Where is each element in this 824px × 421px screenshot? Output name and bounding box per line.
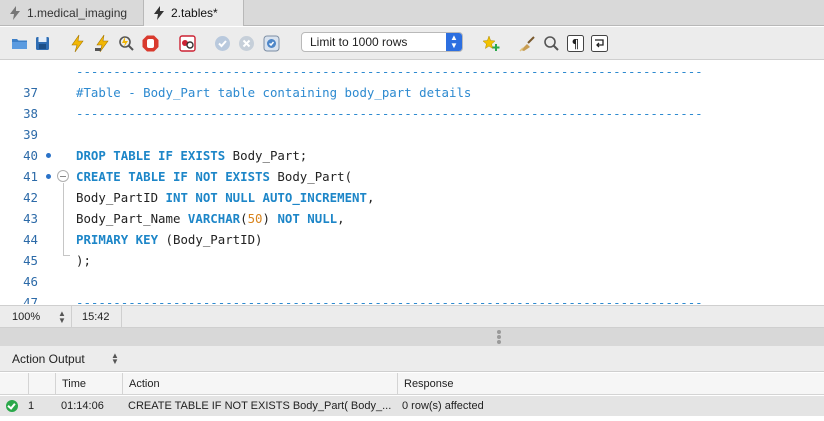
zoom-select[interactable]: 100% ▲ ▼ bbox=[0, 306, 72, 328]
rollback-icon[interactable] bbox=[237, 34, 256, 53]
code-text: ----------------------------------------… bbox=[76, 106, 703, 121]
code-text: Body_PartID INT NOT NULL AUTO_INCREMENT, bbox=[76, 187, 374, 208]
sql-text: Body_Part_Name bbox=[76, 211, 188, 226]
sql-number: 50 bbox=[247, 211, 263, 226]
column-header-response[interactable]: Response bbox=[397, 373, 824, 394]
lightning-icon bbox=[154, 6, 164, 20]
splitter-grip bbox=[497, 335, 501, 339]
column-header-action[interactable]: Action bbox=[122, 373, 397, 394]
stop-icon[interactable] bbox=[141, 34, 160, 53]
code-line: 40 bbox=[0, 124, 824, 163]
code-line: 37 -------------------------------------… bbox=[0, 61, 824, 100]
limit-select-value: Limit to 1000 rows bbox=[310, 35, 408, 49]
chevron-updown-icon: ▲ ▼ bbox=[58, 309, 66, 325]
sql-text: , bbox=[337, 211, 345, 226]
tab-label: 1.medical_imaging bbox=[27, 6, 128, 20]
sql-text: Body_Part( bbox=[269, 169, 353, 184]
code-text: DROP TABLE IF EXISTS Body_Part; bbox=[76, 145, 307, 166]
row-action: CREATE TABLE IF NOT EXISTS Body_Part( Bo… bbox=[128, 400, 392, 412]
lightning-icon bbox=[10, 6, 20, 20]
code-line: 46 ); bbox=[0, 250, 824, 289]
invisible-chars-icon[interactable]: ¶ bbox=[566, 34, 585, 53]
autocommit-icon[interactable] bbox=[262, 34, 281, 53]
sql-keyword: DROP TABLE IF EXISTS bbox=[76, 148, 226, 163]
column-header-status[interactable] bbox=[0, 373, 28, 394]
tab-bar: 1.medical_imaging 2.tables* bbox=[0, 0, 824, 26]
row-response: 0 row(s) affected bbox=[402, 400, 484, 412]
code-line: 42 CREATE TABLE IF NOT EXISTS Body_Part( bbox=[0, 166, 824, 205]
sql-keyword: NOT NULL bbox=[277, 211, 338, 226]
row-index: 1 bbox=[28, 400, 35, 412]
output-grid-header: Time Action Response bbox=[0, 373, 824, 395]
sql-text: , bbox=[366, 190, 375, 205]
code-line: 47 bbox=[0, 271, 824, 304]
chevron-updown-icon: ▲ ▼ bbox=[446, 33, 462, 51]
column-header-index[interactable] bbox=[28, 373, 55, 394]
chevron-updown-icon: ▲ ▼ bbox=[111, 351, 119, 366]
code-comment: #Table - Body_Part table containing body… bbox=[76, 85, 472, 100]
svg-text:¶: ¶ bbox=[572, 37, 580, 51]
column-header-time[interactable]: Time bbox=[55, 373, 122, 394]
tab-label: 2.tables* bbox=[171, 6, 218, 20]
splitter-grip bbox=[497, 330, 501, 334]
row-time: 01:14:06 bbox=[61, 400, 104, 412]
execute-icon[interactable] bbox=[68, 34, 87, 53]
sql-editor[interactable]: 37 -------------------------------------… bbox=[0, 61, 824, 304]
toggle-error-icon[interactable] bbox=[178, 34, 197, 53]
table-row[interactable]: 1 01:14:06 CREATE TABLE IF NOT EXISTS Bo… bbox=[0, 396, 824, 416]
tab-tables[interactable]: 2.tables* bbox=[144, 0, 244, 26]
sql-text: ) bbox=[262, 211, 278, 226]
statement-marker bbox=[46, 153, 51, 158]
code-text: ----------------------------------------… bbox=[76, 295, 703, 304]
explain-icon[interactable] bbox=[117, 34, 136, 53]
panel-splitter[interactable] bbox=[0, 328, 824, 346]
tab-medical-imaging[interactable]: 1.medical_imaging bbox=[0, 0, 144, 26]
output-title: Action Output bbox=[12, 351, 85, 366]
success-check-icon bbox=[6, 400, 18, 412]
sql-keyword: INT NOT NULL AUTO_INCREMENT bbox=[165, 190, 367, 205]
code-text: ); bbox=[76, 253, 91, 268]
editor-status-bar: 100% ▲ ▼ 15:42 bbox=[0, 305, 824, 328]
code-line: 41 DROP TABLE IF EXISTS Body_Part; bbox=[0, 145, 824, 184]
sql-keyword: PRIMARY KEY bbox=[76, 232, 159, 247]
beautify-icon[interactable] bbox=[482, 34, 501, 53]
zoom-value: 100% bbox=[12, 311, 41, 323]
cursor-position: 15:42 bbox=[82, 306, 122, 328]
open-folder-icon[interactable] bbox=[10, 34, 29, 53]
code-line: 38 #Table - Body_Part table containing b… bbox=[0, 82, 824, 121]
fold-toggle-icon[interactable] bbox=[57, 170, 69, 182]
find-icon[interactable] bbox=[542, 34, 561, 53]
code-text: Body_Part_Name VARCHAR(50) NOT NULL, bbox=[76, 208, 345, 229]
sql-text: (Body_PartID) bbox=[158, 232, 263, 247]
code-line: 43 Body_PartID INT NOT NULL AUTO_INCREME… bbox=[0, 187, 824, 226]
code-line: 45 PRIMARY KEY (Body_PartID) bbox=[0, 229, 824, 268]
splitter-grip bbox=[497, 340, 501, 344]
code-line: 44 Body_Part_Name VARCHAR(50) NOT NULL, bbox=[0, 208, 824, 247]
sql-keyword: CREATE TABLE IF NOT EXISTS bbox=[76, 169, 270, 184]
code-text: CREATE TABLE IF NOT EXISTS Body_Part( bbox=[76, 166, 352, 187]
statement-marker bbox=[46, 174, 51, 179]
sql-text: Body_Part; bbox=[225, 148, 308, 163]
sql-text: ( bbox=[240, 211, 248, 226]
output-selector[interactable]: Action Output ▲ ▼ bbox=[0, 346, 824, 372]
clear-icon[interactable] bbox=[518, 34, 537, 53]
execute-current-icon[interactable] bbox=[93, 34, 112, 53]
code-line: 48 -------------------------------------… bbox=[0, 292, 824, 304]
sql-text: Body_PartID bbox=[76, 190, 166, 205]
code-text: PRIMARY KEY (Body_PartID) bbox=[76, 229, 263, 250]
wrap-icon[interactable] bbox=[590, 34, 609, 53]
commit-icon[interactable] bbox=[213, 34, 232, 53]
code-line: 39 -------------------------------------… bbox=[0, 103, 824, 142]
limit-rows-select[interactable]: Limit to 1000 rows ▲ ▼ bbox=[301, 32, 463, 52]
sql-keyword: VARCHAR bbox=[187, 211, 241, 226]
code-text: ----------------------------------------… bbox=[76, 64, 703, 79]
save-icon[interactable] bbox=[33, 34, 52, 53]
